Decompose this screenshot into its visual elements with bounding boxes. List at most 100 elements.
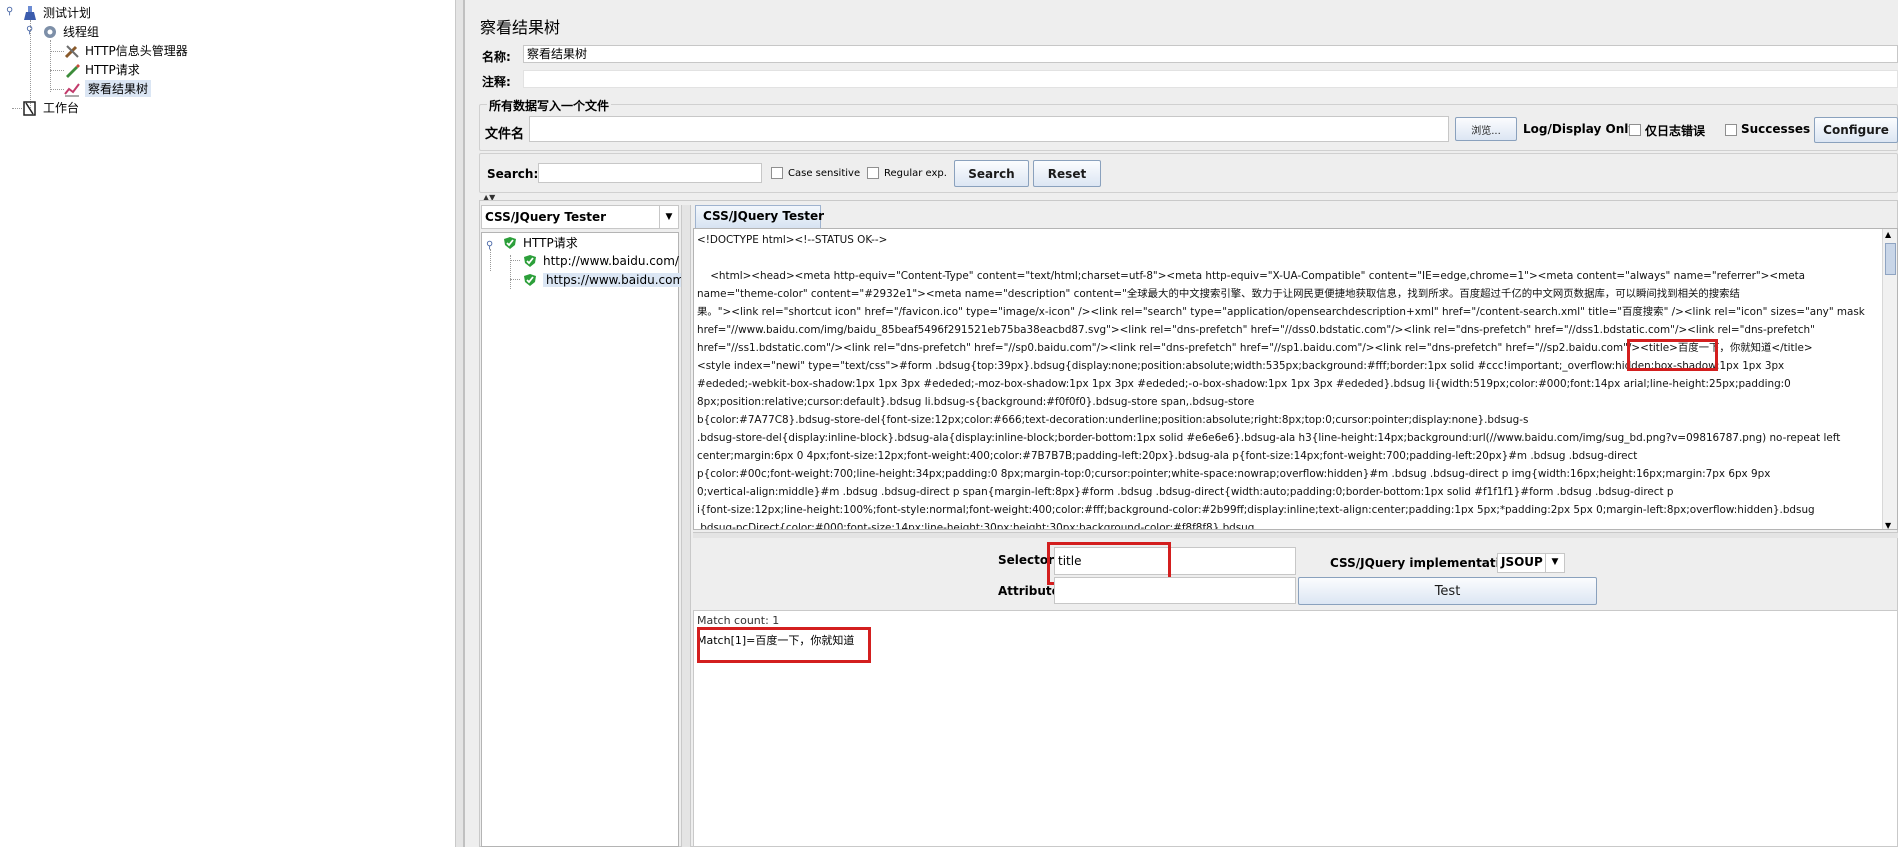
response-line: name="theme-color" content="#2932e1"><me…	[697, 288, 1740, 300]
match-output	[693, 610, 1898, 847]
workbench-icon	[22, 100, 38, 116]
response-line: .bdsug-pcDirect{color:#000;font-size:14p…	[697, 522, 1255, 530]
search-input[interactable]	[538, 163, 762, 183]
file-label: 文件名	[485, 127, 525, 142]
chevron-down-icon[interactable]: ▼	[1545, 554, 1564, 572]
implementation-value: JSOUP	[1501, 555, 1543, 569]
response-line: p{color:#00c;font-weight:700;line-height…	[697, 468, 1771, 480]
tree-connector	[50, 40, 51, 92]
tree-connector	[510, 279, 520, 280]
flask-icon	[22, 5, 38, 21]
tree-connector	[50, 89, 64, 90]
tree-item-label: HTTP信息头管理器	[85, 44, 188, 58]
result-item-http-request[interactable]: HTTP请求	[502, 233, 578, 252]
match-count: Match count: 1	[697, 614, 780, 627]
renderer-select-value: CSS/JQuery Tester	[485, 210, 607, 224]
tree-connector	[50, 70, 64, 71]
tree-connector	[510, 260, 520, 261]
successes-checkbox[interactable]	[1725, 124, 1737, 136]
result-item-http[interactable]: http://www.baidu.com/	[522, 251, 679, 270]
tree-connector	[490, 249, 491, 271]
chevron-down-icon[interactable]: ▼	[659, 206, 678, 228]
tree-item-label: HTTP请求	[85, 63, 140, 77]
response-line: <!DOCTYPE html><!--STATUS OK-->	[697, 234, 888, 246]
tree-expand-handle-icon[interactable]: ⚲	[6, 6, 13, 17]
pen-icon	[64, 62, 80, 78]
response-line	[697, 249, 1881, 267]
tree-item-label: 线程组	[63, 25, 100, 39]
tab-css-jquery-tester[interactable]: CSS/JQuery Tester	[695, 205, 824, 228]
tree-connector	[12, 108, 22, 109]
reset-button[interactable]: Reset	[1033, 160, 1101, 187]
response-line: i{font-size:12px;line-height:100%;font-s…	[697, 504, 1815, 516]
tree-connector	[50, 51, 64, 52]
test-button[interactable]: Test	[1298, 577, 1597, 605]
test-plan-tree: ⚲ 测试计划 ⚲ 线程组 HTTP信息头管理器 HTTP请求 察看结果树 工作台	[0, 0, 456, 847]
response-scrollbar[interactable]: ▲ ▼	[1882, 229, 1897, 529]
attribute-input[interactable]	[1054, 577, 1296, 604]
gear-icon	[42, 24, 58, 40]
response-line: <html><head><meta http-equiv="Content-Ty…	[697, 270, 1806, 282]
renderer-select[interactable]: CSS/JQuery Tester ▼	[481, 205, 679, 229]
tools-icon	[64, 43, 80, 59]
success-shield-icon	[522, 253, 538, 269]
search-label: Search:	[487, 167, 539, 181]
match-highlight-box	[697, 627, 871, 663]
success-shield-icon	[522, 272, 538, 288]
comment-field[interactable]	[523, 70, 1898, 88]
implementation-select[interactable]: JSOUP ▼	[1497, 553, 1565, 573]
tree-expand-handle-icon[interactable]: ⚲	[486, 240, 493, 251]
scroll-up-icon[interactable]: ▲	[1885, 230, 1891, 239]
response-text: <!DOCTYPE html><!--STATUS OK--> <html><h…	[697, 231, 1881, 530]
pane-splitter[interactable]	[456, 0, 464, 847]
file-group-title: 所有数据写入一个文件	[487, 97, 612, 114]
configure-button[interactable]: Configure	[1814, 117, 1898, 143]
tree-item-http-request[interactable]: HTTP请求	[64, 60, 140, 79]
case-sensitive-checkbox[interactable]	[771, 167, 783, 179]
tree-item-view-results-tree[interactable]: 察看结果树	[64, 79, 152, 98]
successes-label: Successes	[1741, 122, 1811, 136]
tree-item-label: 察看结果树	[85, 80, 152, 97]
comment-label: 注释:	[482, 75, 511, 89]
browse-button[interactable]: 浏览...	[1455, 117, 1517, 141]
scroll-down-icon[interactable]: ▼	[1885, 521, 1891, 529]
tree-expand-handle-icon[interactable]: ⚲	[26, 25, 33, 36]
errors-only-checkbox[interactable]	[1629, 124, 1641, 136]
response-line: b{color:#7A77C8}.bdsug-store-del{font-si…	[697, 414, 1529, 426]
results-splitter[interactable]	[681, 205, 691, 847]
search-button[interactable]: Search	[954, 160, 1029, 187]
name-label: 名称:	[482, 50, 511, 64]
regular-exp-checkbox[interactable]	[867, 167, 879, 179]
result-item-label: https://www.baidu.com/	[543, 272, 692, 287]
tree-item-thread-group[interactable]: 线程组	[42, 22, 99, 41]
regular-exp-label: Regular exp.	[884, 168, 947, 179]
result-item-label: HTTP请求	[523, 236, 578, 250]
success-shield-icon	[502, 235, 518, 251]
tree-item-label: 工作台	[43, 101, 80, 115]
response-line: href="//www.baidu.com/img/baidu_85beaf54…	[697, 324, 1815, 336]
file-name-input[interactable]	[529, 116, 1449, 142]
response-line: .bdsug-store-del{display:inline-block}.b…	[697, 432, 1841, 444]
response-body[interactable]: <!DOCTYPE html><!--STATUS OK--> <html><h…	[693, 228, 1898, 530]
tree-item-workbench[interactable]: 工作台	[22, 98, 79, 117]
tree-item-test-plan[interactable]: 测试计划	[22, 3, 91, 22]
sample-results-tree: ⚲ HTTP请求 http://www.baidu.com/ https://w…	[481, 232, 692, 847]
result-item-https[interactable]: https://www.baidu.com/	[522, 270, 692, 289]
response-line: 果。"><link rel="shortcut icon" href="/fav…	[697, 306, 1865, 318]
title-highlight-box	[1627, 339, 1718, 371]
tree-item-header-manager[interactable]: HTTP信息头管理器	[64, 41, 188, 60]
implementation-label: CSS/JQuery implementation:	[1330, 556, 1522, 570]
result-item-label: http://www.baidu.com/	[543, 253, 679, 268]
response-line: 0;vertical-align:middle}#m .bdsug .bdsug…	[697, 486, 1674, 498]
response-line: 8px;position:relative;cursor:default}.bd…	[697, 396, 1255, 408]
response-line: center;margin:6px 0 4px;font-size:12px;f…	[697, 450, 1638, 462]
response-line: #ededed;-webkit-box-shadow:1px 1px 3px #…	[697, 378, 1791, 390]
chart-icon	[64, 81, 80, 97]
log-display-label: Log/Display Only:	[1523, 122, 1641, 136]
response-splitter[interactable]	[693, 532, 1898, 538]
errors-only-label: 仅日志错误	[1645, 124, 1706, 138]
scroll-thumb[interactable]	[1885, 243, 1896, 275]
panel-title: 察看结果树	[480, 18, 561, 37]
tree-item-label: 测试计划	[43, 6, 92, 20]
name-field[interactable]: 察看结果树	[523, 45, 1898, 63]
